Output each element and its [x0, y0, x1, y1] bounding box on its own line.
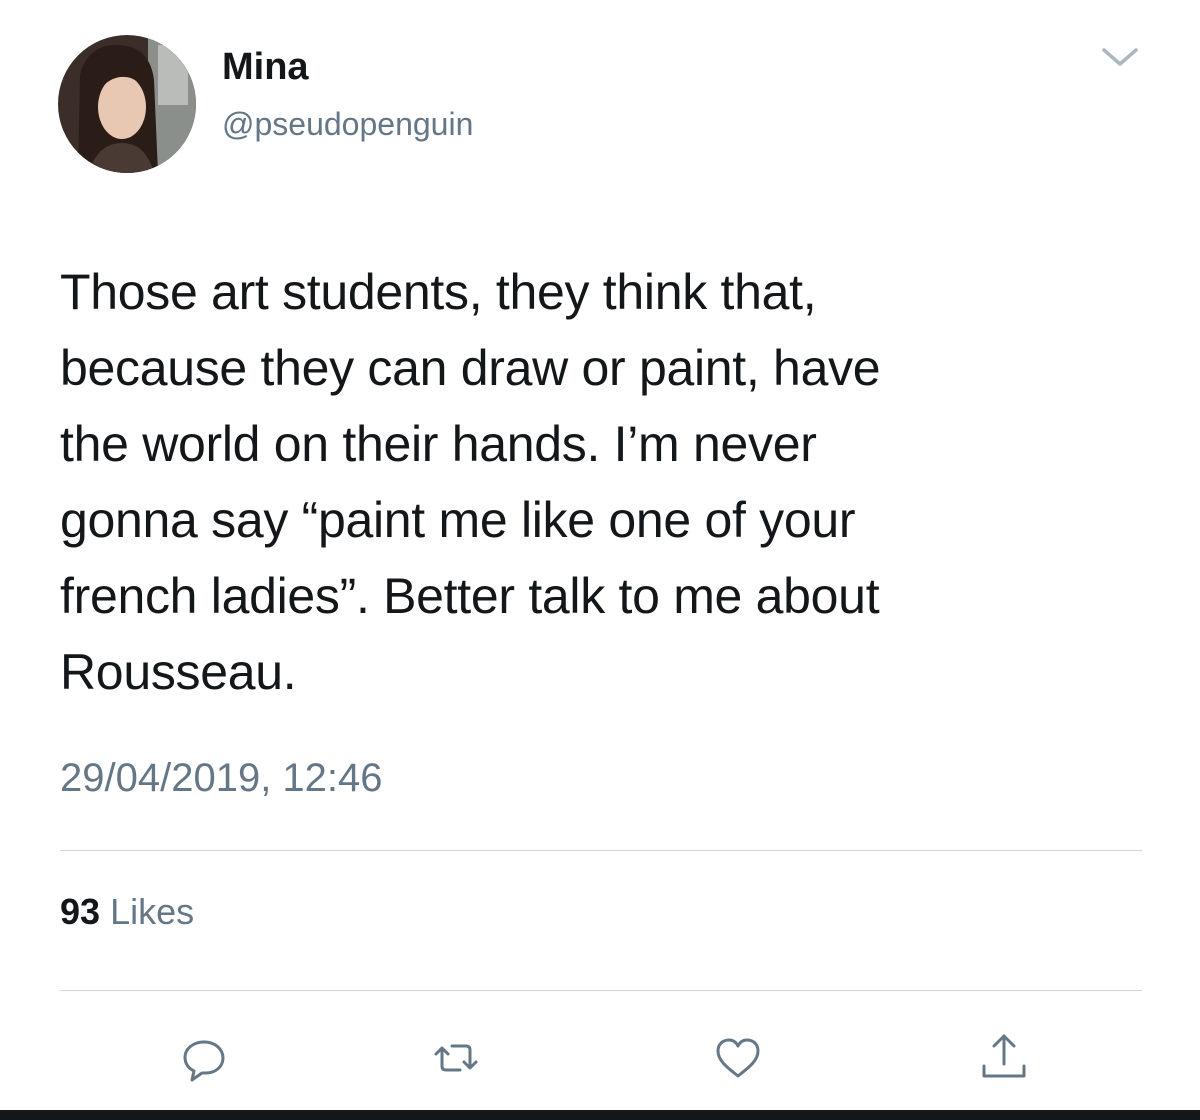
- avatar-image: [58, 35, 196, 173]
- divider: [60, 990, 1142, 991]
- reply-icon: [183, 1040, 225, 1082]
- user-handle[interactable]: @pseudopenguin: [222, 104, 473, 144]
- heart-icon: [716, 1038, 760, 1078]
- bottom-edge: [0, 1110, 1200, 1120]
- reply-button[interactable]: [176, 1030, 232, 1086]
- display-name[interactable]: Mina: [222, 44, 309, 90]
- tweet-timestamp[interactable]: 29/04/2019, 12:46: [60, 754, 383, 802]
- chevron-down-icon[interactable]: [1090, 38, 1150, 78]
- likes-count: 93: [60, 891, 101, 932]
- share-icon: [982, 1034, 1026, 1078]
- avatar[interactable]: [58, 35, 196, 173]
- likes-stat[interactable]: 93 Likes: [60, 890, 194, 934]
- share-button[interactable]: [976, 1030, 1032, 1086]
- likes-label: Likes: [110, 891, 195, 932]
- retweet-button[interactable]: [428, 1030, 484, 1086]
- divider: [60, 850, 1142, 851]
- tweet-text: Those art students, they think that, bec…: [60, 264, 881, 700]
- like-button[interactable]: [710, 1030, 766, 1086]
- retweet-icon: [434, 1044, 478, 1072]
